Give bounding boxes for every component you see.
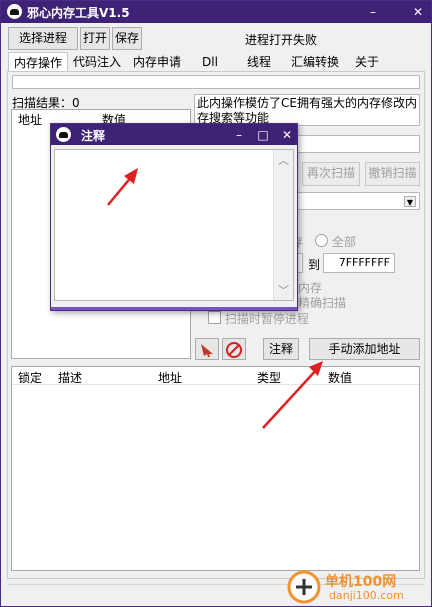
annotation-arrows (107, 168, 323, 429)
annotation-arrow-dialog (107, 168, 138, 206)
annotation-arrow-add-button (262, 361, 323, 429)
